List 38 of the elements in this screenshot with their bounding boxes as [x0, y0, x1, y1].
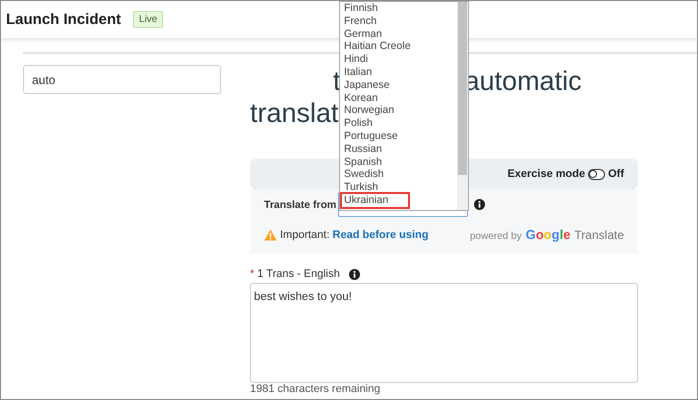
status-badge: Live — [133, 11, 164, 28]
language-option[interactable]: Polish — [342, 117, 375, 130]
language-option[interactable]: Korean — [342, 92, 380, 104]
exercise-mode-label: Exercise mode — [507, 168, 586, 180]
scrollbar[interactable] — [457, 2, 468, 210]
language-option[interactable]: Russian — [342, 142, 384, 156]
language-option[interactable]: Ukrainian — [342, 194, 408, 207]
language-option[interactable]: Norwegian — [342, 104, 396, 118]
exercise-mode-toggle[interactable] — [588, 168, 606, 180]
powered-by-text: powered by — [470, 231, 522, 242]
language-option[interactable]: Swedish — [342, 168, 386, 182]
language-option[interactable]: Finnish — [342, 2, 380, 15]
field-label: 1 Trans - English — [257, 268, 340, 280]
page-title: Launch Incident — [6, 11, 122, 28]
language-option[interactable]: Italian — [342, 66, 374, 79]
info-icon — [474, 199, 485, 210]
language-option[interactable]: Portuguese — [342, 130, 400, 143]
input-field[interactable]: auto — [23, 65, 221, 94]
language-option[interactable]: German — [342, 28, 384, 40]
read-before-using-link[interactable]: Read before using — [332, 228, 428, 240]
language-option[interactable]: Spanish — [342, 156, 384, 168]
heading-text: translat — [250, 98, 339, 128]
heading-text: automatic — [464, 65, 582, 97]
google-logo: Google — [526, 227, 570, 242]
info-icon — [348, 268, 360, 280]
language-option[interactable]: Hindi — [342, 53, 370, 66]
translation-text-area[interactable]: best wishes to you! — [250, 283, 638, 383]
characters-remaining: 1981 characters remaining — [250, 383, 382, 395]
warning-icon — [264, 228, 277, 240]
language-option[interactable]: French — [342, 14, 379, 28]
required-mark: * — [250, 268, 254, 280]
toggle-state: Off — [608, 168, 624, 180]
language-option[interactable]: Japanese — [342, 78, 392, 92]
important-label: Important: — [280, 228, 330, 240]
translate-text: Translate — [574, 228, 624, 242]
language-option[interactable]: Turkish — [342, 181, 380, 194]
translate-from-label: Translate from — [264, 198, 338, 210]
language-option[interactable]: Haitian Creole — [342, 40, 413, 54]
